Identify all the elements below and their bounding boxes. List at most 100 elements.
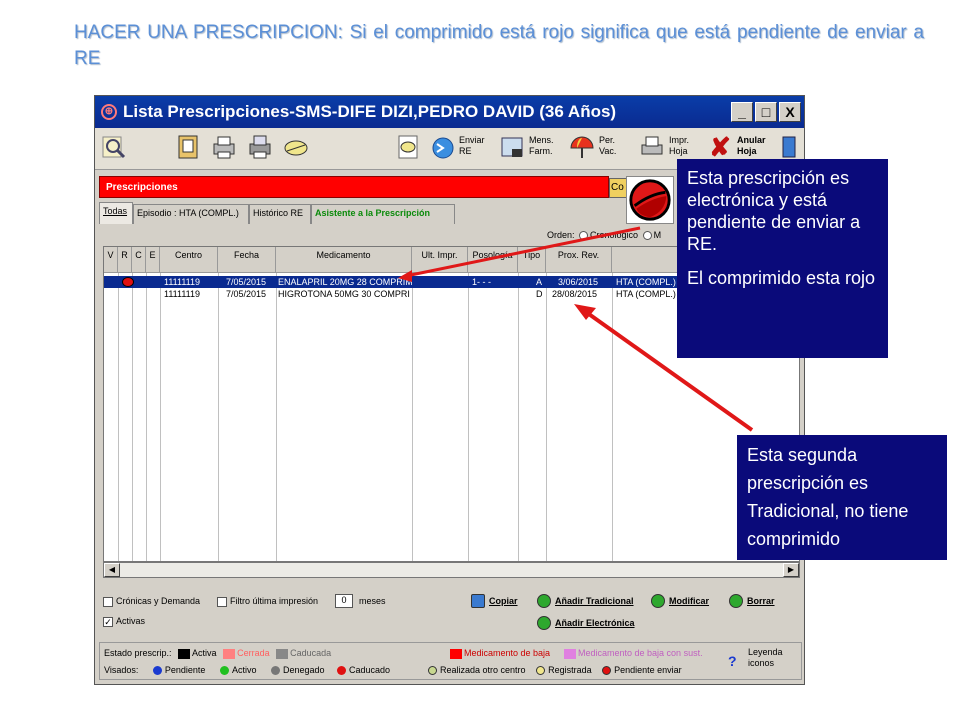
plus-green-icon (537, 594, 551, 608)
cell-prox-rev: 28/08/2015 (552, 289, 598, 299)
med-baja-legend: Medicamento de baja (450, 648, 550, 659)
cronicas-filter[interactable]: Crónicas y Demanda (103, 596, 200, 607)
anadir-electronica-button[interactable]: Añadir Electrónica (537, 616, 635, 630)
search-tool-button[interactable] (101, 132, 131, 164)
message-pharmacy-icon (501, 137, 523, 157)
enviar-re-label: Enviar RE (459, 135, 485, 156)
cell-prox-rev: 3/06/2015 (558, 277, 599, 287)
door-exit-icon (782, 136, 796, 158)
scroll-right-arrow-icon[interactable]: ▶ (783, 563, 799, 577)
pending-pill-icon[interactable] (122, 277, 134, 287)
tab-episodio[interactable]: Episodio : HTA (COMPL.) (133, 204, 249, 224)
plus-green-icon (537, 616, 551, 630)
printer-sheet-icon (641, 136, 663, 155)
print-list-tool-button[interactable] (247, 132, 277, 164)
column-header-posologia[interactable]: Posología (468, 247, 518, 273)
cell-tipo: A (536, 277, 543, 287)
pill-icon (284, 140, 308, 156)
impr-hoja-label: Impr. Hoja (669, 135, 690, 156)
modificar-button[interactable]: Modificar (651, 594, 709, 608)
cell-medicamento: HIGROTONA 50MG 30 COMPRI (278, 289, 410, 299)
order-option-cronologico: Cronológico (590, 230, 639, 240)
mens-farm-button[interactable]: Mens. Farm. (499, 132, 565, 164)
column-header-ult-impr[interactable]: Ult. Impr. (412, 247, 468, 273)
leyenda-iconos-button[interactable]: Leyenda iconos (748, 647, 783, 669)
pill-tool-button[interactable] (283, 132, 313, 164)
mens-farm-label: Mens. Farm. (529, 135, 554, 156)
radio-option-m[interactable] (642, 231, 652, 241)
per-vac-button[interactable]: Per. Vac. (569, 132, 633, 164)
activas-filter[interactable]: ✓ Activas (103, 616, 145, 627)
cell-centro: 11111119 (164, 289, 201, 299)
activas-checkbox[interactable]: ✓ (103, 616, 113, 627)
tab-todas[interactable]: Todas (99, 202, 133, 224)
cronicas-checkbox[interactable] (103, 596, 113, 607)
callout1-text: Esta prescripción es electrónica y está … (687, 168, 861, 254)
borrar-button[interactable]: Borrar (729, 594, 775, 608)
column-header-e[interactable]: E (146, 247, 160, 273)
column-header-c[interactable]: C (132, 247, 146, 273)
cell-episodio: HTA (COMPL.) (616, 289, 676, 299)
column-header-prox-rev[interactable]: Prox. Rev. (546, 247, 612, 273)
callout-traditional-prescription: Esta segunda prescripción es Tradicional… (737, 435, 947, 560)
activas-label: Activas (116, 616, 146, 626)
minimize-button[interactable]: _ (731, 102, 753, 122)
pill-states-legend: Realizada otro centro Registrada Pendien… (428, 665, 682, 676)
order-label: Orden: (547, 230, 575, 240)
window-title: Lista Prescripciones-SMS-DIFE DIZI,PEDRO… (123, 102, 617, 121)
pill-small-icon (398, 135, 418, 159)
window-titlebar[interactable]: ⊕ Lista Prescripciones-SMS-DIFE DIZI,PED… (95, 96, 804, 128)
column-header-tipo[interactable]: Tipo (518, 247, 546, 273)
red-pill-zoom-icon (626, 176, 674, 224)
callout-electronic-prescription: Esta prescripción es electrónica y está … (677, 159, 888, 358)
printer-stack-icon (249, 135, 271, 159)
notes-tool-button[interactable] (175, 132, 205, 164)
cell-tipo: D (536, 289, 543, 299)
horizontal-scrollbar[interactable]: ◀ ▶ (103, 562, 800, 578)
cell-fecha: 7/05/2015 (226, 277, 267, 287)
filters-actions-panel: Crónicas y Demanda Filtro última impresi… (99, 590, 802, 650)
cronicas-label: Crónicas y Demanda (116, 596, 201, 606)
cell-centro: 11111119 (164, 277, 201, 287)
cell-fecha: 7/05/2015 (226, 289, 267, 299)
cancel-x-icon: ✘ (709, 132, 731, 162)
prescriptions-header: Prescripciones (99, 176, 609, 198)
meses-label: meses (359, 596, 386, 606)
notebook-icon (178, 135, 198, 159)
tab-asistente[interactable]: Asistente a la Prescripción (311, 204, 455, 224)
med-baja-sust-legend: Medicamento de baja con sust. (564, 648, 703, 659)
copiar-button[interactable]: Copiar (471, 594, 518, 608)
radio-cronologico[interactable] (579, 231, 589, 241)
column-header-r[interactable]: R (118, 247, 132, 273)
estado-legend: Estado prescrip.: Activa Cerrada Caducad… (104, 648, 332, 659)
column-header-v[interactable]: V (104, 247, 118, 273)
anadir-tradicional-button[interactable]: Añadir Tradicional (537, 594, 634, 608)
magnifier-icon (102, 136, 126, 159)
visados-legend: Visados: Pendiente Activo Denegado Caduc… (104, 665, 391, 676)
cell-episodio: HTA (COMPL.) (616, 277, 676, 287)
app-icon: ⊕ (101, 104, 117, 120)
scroll-left-arrow-icon[interactable]: ◀ (104, 563, 120, 577)
enviar-re-button[interactable]: Enviar RE (429, 132, 497, 164)
close-button[interactable]: X (779, 102, 801, 122)
printer-icon (213, 136, 235, 159)
cell-posologia: 1- - - (472, 277, 491, 287)
filtro-label: Filtro última impresión (230, 596, 319, 606)
globe-send-icon (432, 137, 454, 159)
slide-title: HACER UNA PRESCRIPCION: Si el comprimido… (74, 22, 924, 69)
help-icon[interactable]: ? (728, 653, 737, 669)
tab-historico-re[interactable]: Histórico RE (249, 204, 311, 224)
filtro-impresion-filter[interactable]: Filtro última impresión (217, 596, 318, 607)
cell-medicamento: ENALAPRIL 20MG 28 COMPRIM (278, 277, 412, 287)
legend-bar: Estado prescrip.: Activa Cerrada Caducad… (99, 642, 802, 680)
umbrella-icon (570, 136, 594, 158)
print-tool-button[interactable] (211, 132, 241, 164)
column-header-medicamento[interactable]: Medicamento (276, 247, 412, 273)
column-header-centro[interactable]: Centro (160, 247, 218, 273)
column-header-fecha[interactable]: Fecha (218, 247, 276, 273)
maximize-button[interactable]: □ (755, 102, 777, 122)
meses-input[interactable]: 0 (335, 594, 353, 608)
anular-hoja-label: Anular Hoja (737, 135, 766, 156)
pill-small-tool-button[interactable] (395, 132, 423, 164)
filtro-checkbox[interactable] (217, 596, 227, 607)
